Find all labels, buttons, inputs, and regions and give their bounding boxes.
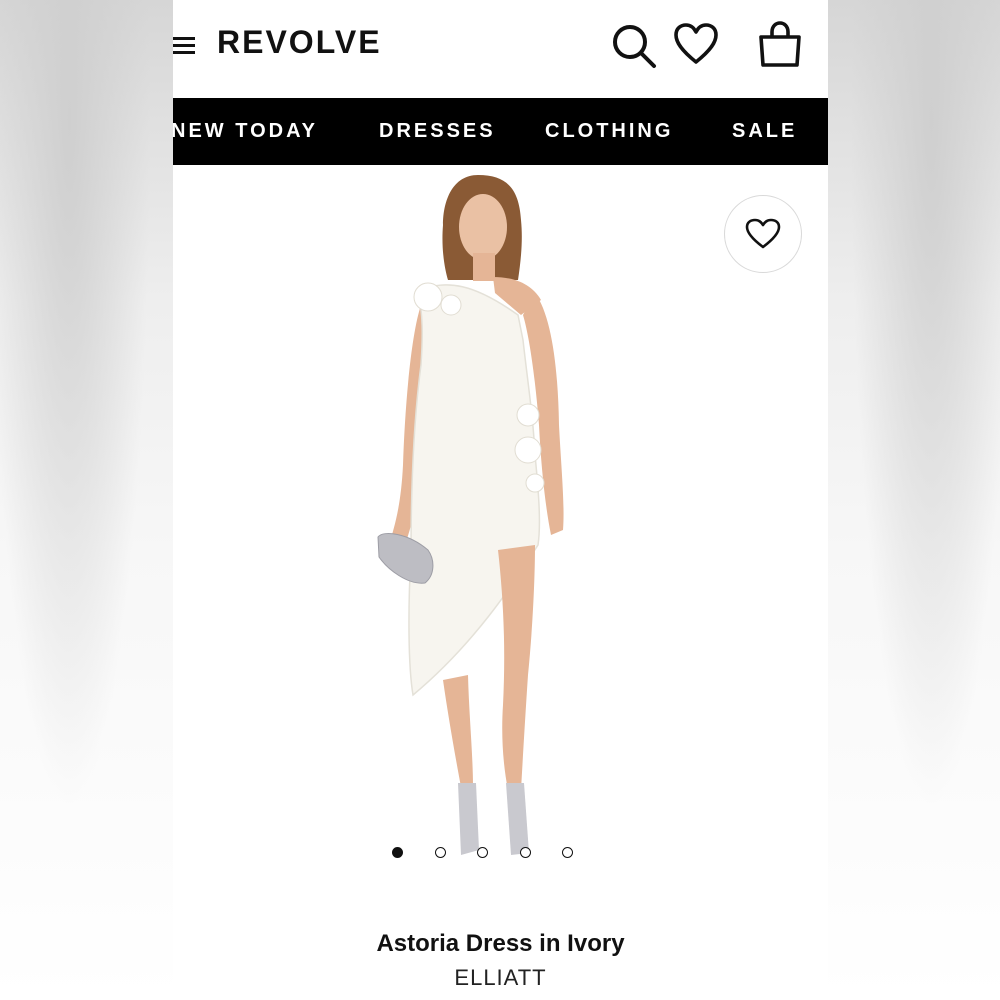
background-blur-right (828, 0, 1000, 1000)
pagination-dot[interactable] (519, 847, 531, 858)
nav-dresses[interactable]: DRESSES (379, 120, 496, 143)
heart-icon (745, 218, 781, 249)
category-nav: NEW TODAY DRESSES CLOTHING SALE (173, 98, 828, 165)
nav-clothing[interactable]: CLOTHING (545, 120, 673, 143)
pagination-dot[interactable] (562, 847, 573, 858)
background-blur-left (0, 0, 173, 1000)
product-photo-model (377, 175, 564, 855)
favorite-button[interactable] (724, 195, 802, 273)
product-image-gallery[interactable] (173, 165, 828, 875)
wishlist-heart-icon[interactable] (673, 22, 719, 66)
menu-icon[interactable] (173, 35, 195, 55)
shopping-bag-icon[interactable] (757, 20, 803, 68)
product-brand[interactable]: ELLIATT (173, 965, 828, 991)
nav-sale[interactable]: SALE (732, 120, 797, 143)
pagination-dot[interactable] (392, 847, 403, 858)
search-icon[interactable] (610, 22, 658, 70)
product-title: Astoria Dress in Ivory (376, 930, 625, 957)
pagination-dot[interactable] (434, 847, 446, 858)
nav-new-today[interactable]: NEW TODAY (173, 120, 318, 143)
site-logo[interactable]: REVOLVE (217, 24, 382, 61)
gallery-pagination (173, 847, 828, 867)
top-header: REVOLVE (173, 0, 828, 98)
pagination-dot[interactable] (477, 847, 488, 858)
mobile-screen: REVOLVE NEW TODAY DRESSES CLOTHING SALE (173, 0, 828, 1000)
